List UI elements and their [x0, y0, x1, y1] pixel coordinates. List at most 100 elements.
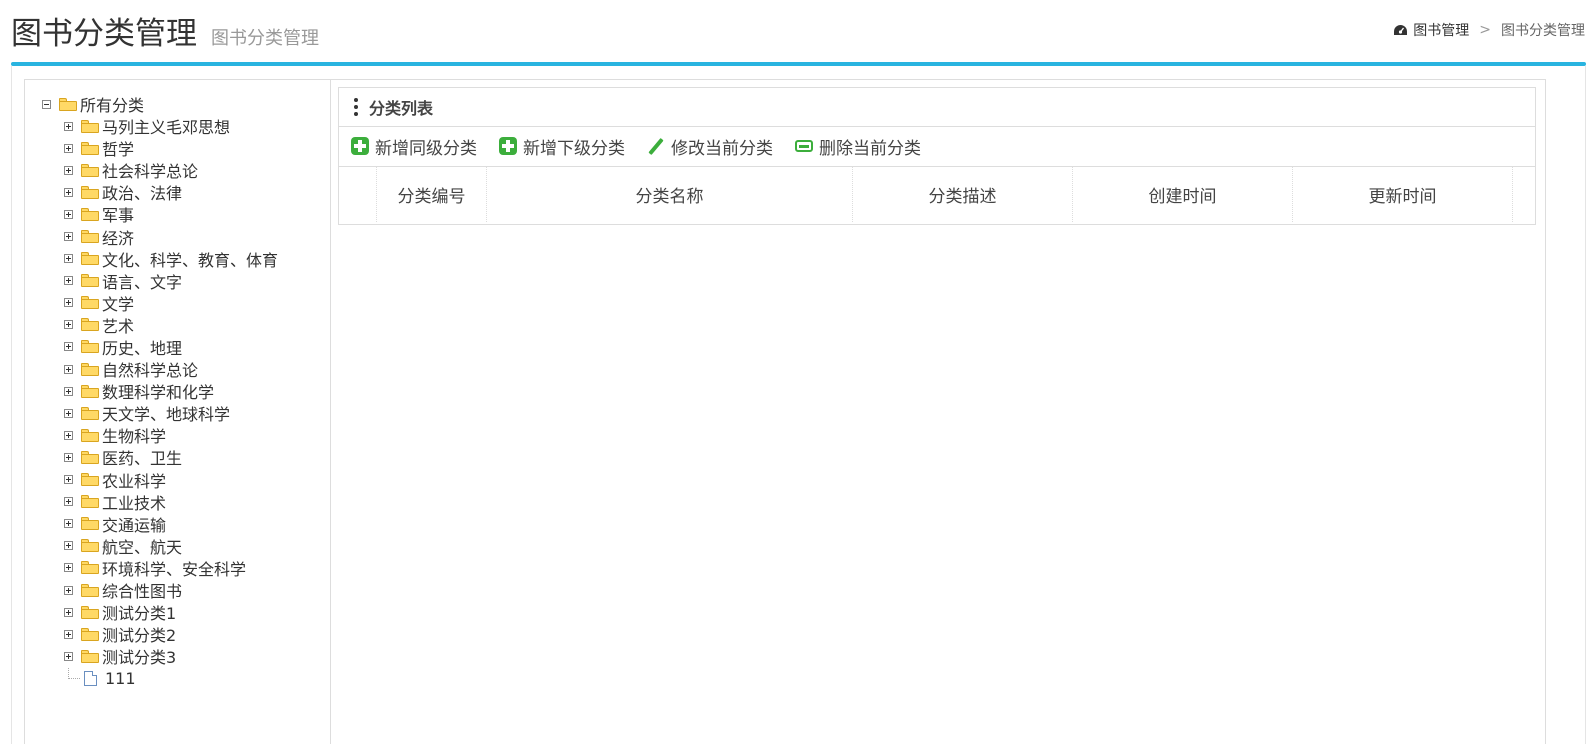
- tree-node[interactable]: 环境科学、安全科学: [64, 557, 278, 579]
- tree-node[interactable]: 政治、法律: [64, 181, 278, 203]
- breadcrumb-home[interactable]: 图书管理: [1413, 20, 1469, 40]
- expand-icon[interactable]: [64, 629, 73, 639]
- tree-root-label[interactable]: 所有分类: [80, 92, 144, 116]
- tree-node[interactable]: 艺术: [64, 314, 278, 336]
- tree-node-label[interactable]: 语言、文字: [102, 269, 182, 293]
- tree-node-label[interactable]: 军事: [102, 202, 134, 226]
- tree-node-label[interactable]: 综合性图书: [102, 578, 182, 602]
- expand-icon[interactable]: [64, 232, 73, 242]
- expand-icon[interactable]: [64, 519, 73, 529]
- tree-node[interactable]: 生物科学: [64, 424, 278, 446]
- tree-node-label[interactable]: 天文学、地球科学: [102, 401, 230, 425]
- tree-node-label[interactable]: 社会科学总论: [102, 158, 198, 182]
- tree-node[interactable]: 医药、卫生: [64, 446, 278, 468]
- expand-icon[interactable]: [64, 408, 73, 418]
- expand-icon[interactable]: [64, 475, 73, 485]
- tree-node[interactable]: 哲学: [64, 137, 278, 159]
- tree-node-label[interactable]: 政治、法律: [102, 180, 182, 204]
- tree-node[interactable]: 经济: [64, 225, 278, 249]
- expand-icon[interactable]: [64, 143, 73, 153]
- tree-node[interactable]: 测试分类1: [64, 601, 278, 623]
- edit-button[interactable]: 修改当前分类: [647, 134, 773, 159]
- expand-icon[interactable]: [64, 497, 73, 507]
- expand-icon[interactable]: [64, 541, 73, 551]
- folder-icon: [81, 230, 99, 244]
- tree-node[interactable]: 测试分类2: [64, 623, 278, 645]
- expand-icon[interactable]: [64, 165, 73, 175]
- folder-icon: [81, 340, 99, 354]
- tree-node-label[interactable]: 环境科学、安全科学: [102, 556, 246, 580]
- select-column-header[interactable]: [339, 167, 377, 222]
- column-header-desc[interactable]: 分类描述: [853, 167, 1073, 222]
- tree-node-label[interactable]: 医药、卫生: [102, 445, 182, 469]
- tree-node-label[interactable]: 工业技术: [102, 490, 166, 514]
- tree-node[interactable]: 马列主义毛邓思想: [64, 115, 278, 137]
- tree-node-label[interactable]: 自然科学总论: [102, 357, 198, 381]
- tree-node-label[interactable]: 测试分类1: [102, 600, 176, 624]
- tree-node-label[interactable]: 哲学: [102, 136, 134, 160]
- folder-icon: [81, 207, 99, 221]
- tree-node[interactable]: 文学: [64, 292, 278, 314]
- tree-node-label[interactable]: 经济: [102, 225, 134, 249]
- expand-icon[interactable]: [64, 187, 73, 197]
- tree-node-label[interactable]: 农业科学: [102, 468, 166, 492]
- tree-node-label[interactable]: 马列主义毛邓思想: [102, 114, 230, 138]
- expand-icon[interactable]: [64, 651, 73, 661]
- more-vertical-icon: [354, 98, 358, 116]
- tree-node-label[interactable]: 测试分类3: [102, 644, 176, 668]
- column-header-updated[interactable]: 更新时间: [1293, 167, 1513, 222]
- expand-icon[interactable]: [64, 209, 73, 219]
- tree-node-label[interactable]: 数理科学和化学: [102, 379, 214, 403]
- tree-node[interactable]: 工业技术: [64, 491, 278, 513]
- tree-node[interactable]: 交通运输: [64, 513, 278, 535]
- tree-node[interactable]: 综合性图书: [64, 579, 278, 601]
- tree-node[interactable]: 社会科学总论: [64, 159, 278, 181]
- tree-node[interactable]: 文化、科学、教育、体育: [64, 248, 278, 270]
- delete-button[interactable]: 删除当前分类: [795, 134, 921, 159]
- expand-icon[interactable]: [64, 121, 73, 131]
- expand-icon[interactable]: [64, 342, 73, 352]
- column-header-name[interactable]: 分类名称: [487, 167, 853, 222]
- expand-icon[interactable]: [64, 364, 73, 374]
- tree-node-label[interactable]: 历史、地理: [102, 335, 182, 359]
- folder-icon: [81, 362, 99, 376]
- expand-icon[interactable]: [64, 607, 73, 617]
- tree-node-label[interactable]: 文学: [102, 291, 134, 315]
- expand-icon[interactable]: [64, 563, 73, 573]
- expand-icon[interactable]: [64, 298, 73, 308]
- tree-node[interactable]: 数理科学和化学: [64, 380, 278, 402]
- page-title: 图书分类管理 图书分类管理: [11, 8, 319, 53]
- expand-icon[interactable]: [64, 254, 73, 264]
- tree-node-leaf[interactable]: 111: [64, 667, 278, 689]
- expand-icon[interactable]: [64, 430, 73, 440]
- tree-node[interactable]: 天文学、地球科学: [64, 402, 278, 424]
- plus-icon: [351, 137, 369, 155]
- tree-node[interactable]: 历史、地理: [64, 336, 278, 358]
- expand-icon[interactable]: [64, 320, 73, 330]
- tree-node[interactable]: 语言、文字: [64, 270, 278, 292]
- tree-node[interactable]: 测试分类3: [64, 645, 278, 667]
- tree-node[interactable]: 自然科学总论: [64, 358, 278, 380]
- tree-node-label[interactable]: 111: [105, 669, 136, 688]
- tree-node-label[interactable]: 交通运输: [102, 512, 166, 536]
- tree-node-label[interactable]: 测试分类2: [102, 622, 176, 646]
- folder-icon: [81, 627, 99, 641]
- collapse-icon[interactable]: [42, 99, 51, 109]
- tree-node-label[interactable]: 文化、科学、教育、体育: [102, 247, 278, 271]
- expand-icon[interactable]: [64, 276, 73, 286]
- tree-node[interactable]: 农业科学: [64, 469, 278, 491]
- expand-icon[interactable]: [64, 386, 73, 396]
- category-list-box: 分类列表 新增同级分类 新增下级分类 修改当前分类 删除当前分类 分类编号 分类…: [338, 87, 1536, 225]
- tree-node-label[interactable]: 航空、航天: [102, 534, 182, 558]
- tree-root-node[interactable]: 所有分类: [42, 93, 144, 115]
- tree-node[interactable]: 军事: [64, 203, 278, 225]
- add-sibling-button[interactable]: 新增同级分类: [351, 134, 477, 159]
- tree-node-label[interactable]: 艺术: [102, 313, 134, 337]
- expand-icon[interactable]: [64, 585, 73, 595]
- column-header-created[interactable]: 创建时间: [1073, 167, 1293, 222]
- tree-node-label[interactable]: 生物科学: [102, 423, 166, 447]
- add-child-button[interactable]: 新增下级分类: [499, 134, 625, 159]
- tree-node[interactable]: 航空、航天: [64, 535, 278, 557]
- expand-icon[interactable]: [64, 452, 73, 462]
- column-header-id[interactable]: 分类编号: [377, 167, 487, 222]
